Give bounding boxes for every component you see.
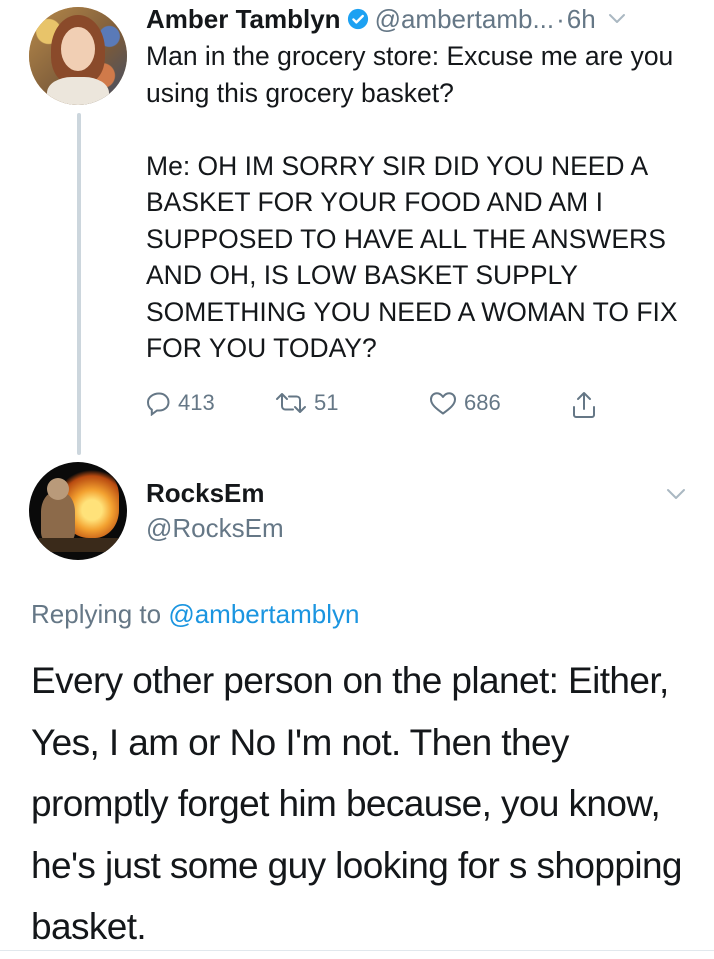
replying-to-prefix: Replying to bbox=[31, 599, 162, 629]
verified-badge-icon bbox=[347, 8, 368, 30]
tweet1-header: Amber Tamblyn @ambertamb... · 6h bbox=[146, 4, 626, 34]
replying-to-line: Replying to @ambertamblyn bbox=[31, 599, 359, 630]
heart-icon bbox=[430, 392, 456, 415]
tweet2-text-paragraph: Every other person on the planet: Either… bbox=[31, 660, 683, 947]
retweet-icon bbox=[276, 393, 306, 413]
tweet2-author-name[interactable]: RocksEm bbox=[146, 478, 265, 509]
tweet2-author-handle[interactable]: @RocksEm bbox=[146, 513, 284, 544]
tweet1-author-name[interactable]: Amber Tamblyn bbox=[146, 4, 341, 35]
retweet-count: 51 bbox=[314, 390, 339, 415]
like-button[interactable]: 686 bbox=[428, 390, 501, 416]
tweet1-author-handle[interactable]: @ambertamb... bbox=[375, 4, 555, 35]
bottom-divider bbox=[0, 950, 714, 951]
reply-count: 413 bbox=[178, 390, 215, 415]
chevron-down-icon[interactable] bbox=[666, 488, 686, 501]
tweet1-text-paragraph-2: Me: OH IM SORRY SIR DID YOU NEED A BASKE… bbox=[146, 150, 678, 364]
tweet1-text-paragraph-1: Man in the grocery store: Excuse me are … bbox=[146, 41, 674, 108]
reply-button[interactable]: 413 bbox=[146, 390, 215, 416]
reply-icon bbox=[146, 392, 170, 416]
rocksem-avatar[interactable] bbox=[29, 462, 127, 560]
dot-separator: · bbox=[556, 3, 565, 34]
replying-to-handle-link[interactable]: @ambertamblyn bbox=[168, 599, 359, 629]
share-button[interactable] bbox=[570, 390, 598, 420]
retweet-button[interactable]: 51 bbox=[274, 390, 338, 416]
like-count: 686 bbox=[464, 390, 501, 415]
tweet1-timestamp[interactable]: 6h bbox=[567, 4, 596, 35]
tweet1-text: Man in the grocery store: Excuse me are … bbox=[146, 38, 691, 367]
tweet1-action-bar: 413 51 686 bbox=[146, 390, 616, 422]
tweet2-text: Every other person on the planet: Either… bbox=[31, 650, 691, 958]
thread-connector-line bbox=[77, 113, 81, 455]
amber-tamblyn-avatar[interactable] bbox=[29, 7, 127, 105]
share-icon bbox=[573, 392, 595, 418]
chevron-down-icon[interactable] bbox=[608, 13, 626, 25]
